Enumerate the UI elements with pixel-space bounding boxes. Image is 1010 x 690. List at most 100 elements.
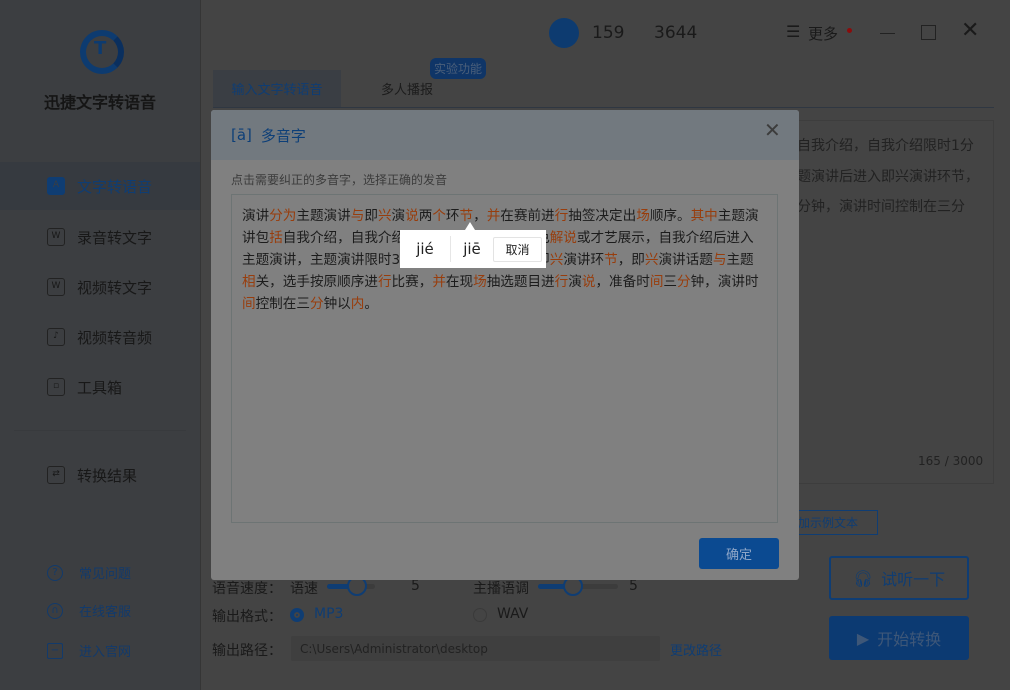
pronunciation-popup: jié jiē 取消	[400, 222, 546, 268]
pinyin-option[interactable]: jié	[400, 240, 450, 258]
format-mp3[interactable]: MP3	[314, 606, 343, 622]
polyphone-char[interactable]: 兴	[550, 252, 564, 268]
sidebar-item-video-to-audio[interactable]: ♪ 视频转音频	[0, 313, 200, 361]
polyphone-char[interactable]: 并	[487, 208, 501, 224]
polyphone-char[interactable]: 与	[713, 252, 727, 268]
polyphone-char[interactable]: 兴	[378, 208, 392, 224]
polyphone-char[interactable]: 行	[378, 274, 392, 290]
app-title: 迅捷文字转语音	[43, 93, 156, 112]
start-convert-button[interactable]: ▶ 开始转换	[829, 616, 969, 660]
more-button[interactable]: 更多	[808, 23, 838, 44]
polyphone-char[interactable]: 行	[555, 274, 569, 290]
notification-dot	[847, 28, 852, 33]
polyphone-char[interactable]: 并	[432, 274, 446, 290]
dialog-close-icon[interactable]: ✕	[764, 118, 781, 142]
confirm-button[interactable]: 确定	[699, 538, 779, 569]
text-segment: 关，选手按原顺序进	[255, 274, 378, 290]
headphones-icon: 🎧︎	[852, 568, 874, 588]
text-segment: 比赛，	[391, 274, 433, 290]
char-counter: 165 / 3000	[918, 454, 984, 468]
text-segment: ，准备时	[595, 274, 650, 290]
audio-to-text-icon: W	[47, 228, 65, 246]
link-faq[interactable]: ? 常见问题	[47, 563, 131, 582]
text-segment: 演讲话题	[658, 252, 713, 268]
text-to-speech-icon: A	[47, 177, 65, 195]
video-to-text-icon: W	[47, 278, 65, 296]
avatar[interactable]	[549, 18, 579, 48]
polyphone-char[interactable]: 个	[432, 208, 446, 224]
minimize-icon[interactable]	[880, 33, 895, 34]
polyphone-char[interactable]: 相	[242, 274, 256, 290]
text-segment: 三	[663, 274, 677, 290]
speed-label: 语音速度：	[212, 581, 282, 597]
radio-wav[interactable]	[473, 608, 487, 622]
app-logo	[80, 30, 124, 74]
polyphone-char[interactable]: 与	[351, 208, 365, 224]
headset-icon: ∩	[47, 602, 63, 619]
sidebar-item-audio-to-text[interactable]: W 录音转文字	[0, 213, 200, 261]
polyphone-char[interactable]: 场	[473, 274, 487, 290]
polyphone-char[interactable]: 其中	[691, 208, 718, 224]
output-path-input[interactable]: C:\Users\Administrator\desktop	[291, 636, 660, 661]
pinyin-option[interactable]: jiē	[451, 240, 493, 258]
preview-button[interactable]: 🎧︎ 试听一下	[829, 556, 969, 600]
text-segment: 即	[364, 208, 378, 224]
polyphone-char[interactable]: 说	[582, 274, 596, 290]
pitch-value: 5	[629, 578, 638, 594]
polyphone-char[interactable]: 场	[636, 208, 650, 224]
polyphone-char[interactable]: 节	[604, 252, 618, 268]
text-segment: 。	[364, 296, 378, 312]
play-circle-icon: ▶	[856, 628, 870, 648]
pitch-label: 主播语调	[473, 581, 529, 597]
video-to-audio-icon: ♪	[47, 328, 65, 346]
polyphone-char[interactable]: 分为	[269, 208, 296, 224]
sidebar-item-results[interactable]: ⇄ 转换结果	[0, 451, 200, 499]
polyphone-char[interactable]: 括	[269, 230, 283, 246]
sidebar-divider	[14, 430, 186, 431]
text-line: 题演讲后进入即兴演讲环节，	[797, 169, 979, 185]
text-segment: 控制在三	[255, 296, 310, 312]
text-segment: 顺序。	[649, 208, 691, 224]
change-path-link[interactable]: 更改路径	[670, 640, 722, 659]
sidebar-item-toolbox[interactable]: ▫ 工具箱	[0, 363, 200, 411]
menu-icon[interactable]: ☰	[786, 22, 800, 41]
path-label: 输出路径：	[212, 643, 282, 659]
polyphone-char[interactable]: 间	[242, 296, 256, 312]
text-segment: ，	[473, 208, 487, 224]
polyphone-char[interactable]: 分	[677, 274, 691, 290]
dialog-title: 多音字	[260, 126, 306, 145]
question-icon: ?	[47, 564, 63, 581]
polyphone-char[interactable]: 说	[405, 208, 419, 224]
text-segment: 演	[568, 274, 582, 290]
polyphone-char[interactable]: 分	[310, 296, 324, 312]
polyphone-char[interactable]: 解说	[550, 230, 577, 246]
dialog-header: [ā] 多音字	[211, 110, 799, 160]
sidebar: 迅捷文字转语音 A文字转语音 W录音转文字 W视频转文字 ♪视频转音频 ▫工具箱…	[0, 0, 201, 690]
sidebar-item-video-to-text[interactable]: W 视频转文字	[0, 263, 200, 311]
tab-text-to-speech[interactable]: 输入文字转语音	[213, 70, 341, 107]
polyphone-char[interactable]: 间	[650, 274, 664, 290]
maximize-icon[interactable]	[921, 25, 936, 40]
speed-name: 语速	[290, 581, 318, 597]
polyphone-char[interactable]: 行	[555, 208, 569, 224]
link-website[interactable]: − 进入官网	[47, 641, 131, 660]
close-icon[interactable]: ✕	[961, 18, 979, 43]
text-segment: 环	[445, 208, 460, 224]
link-online-service[interactable]: ∩ 在线客服	[47, 601, 131, 620]
toolbox-icon: ▫	[47, 378, 65, 396]
cancel-button[interactable]: 取消	[493, 236, 542, 262]
text-segment: 演讲	[242, 208, 270, 224]
radio-mp3[interactable]	[290, 608, 304, 622]
monitor-icon: −	[47, 642, 63, 659]
sidebar-item-text-to-speech[interactable]: A 文字转语音	[0, 162, 200, 210]
text-segment: 抽选题目进	[486, 274, 555, 290]
text-segment: 抽签决定出	[568, 208, 637, 224]
text-line: 分钟，演讲时间控制在三分	[797, 199, 965, 215]
polyphone-char[interactable]: 兴	[645, 252, 659, 268]
experimental-badge: 实验功能	[430, 58, 487, 79]
polyphone-char[interactable]: 内	[351, 296, 365, 312]
text-segment: 演	[391, 208, 406, 224]
format-wav[interactable]: WAV	[497, 606, 528, 622]
text-segment: 主题演讲	[296, 208, 351, 224]
phone-end: 3644	[654, 23, 698, 43]
